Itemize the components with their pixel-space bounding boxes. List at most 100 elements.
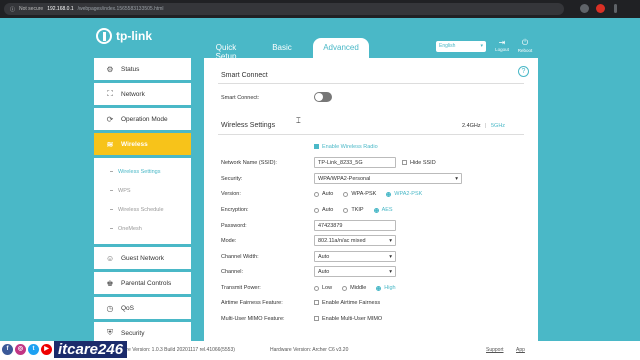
mu-mimo-checkbox[interactable]: Enable Multi-User MIMO bbox=[314, 316, 382, 322]
chevron-down-icon: ▾ bbox=[480, 43, 483, 49]
enable-wireless-radio-checkbox[interactable]: Enable Wireless Radio bbox=[314, 144, 378, 150]
smart-connect-label: Smart Connect: bbox=[221, 95, 260, 101]
app-link[interactable]: App bbox=[516, 347, 525, 353]
top-tabs: Quick Setup Basic Advanced bbox=[197, 38, 369, 61]
language-select[interactable]: English ▾ bbox=[436, 41, 486, 52]
version-label: Version: bbox=[221, 191, 241, 197]
wireless-settings-title: Wireless Settings bbox=[221, 122, 276, 129]
submenu-wireless-settings[interactable]: Wireless Settings bbox=[94, 162, 191, 181]
version-radio-group: Auto WPA-PSK WPA2-PSK bbox=[314, 191, 422, 197]
tab-quick-setup[interactable]: Quick Setup bbox=[197, 38, 255, 61]
reboot-icon: ⏻ bbox=[521, 38, 529, 47]
sidebar-item-guest-network[interactable]: ☺ Guest Network bbox=[94, 247, 191, 269]
support-link[interactable]: Support bbox=[486, 347, 504, 353]
logout-label: Logout bbox=[495, 47, 509, 52]
menu-icon[interactable] bbox=[614, 4, 617, 13]
help-icon[interactable]: ? bbox=[518, 66, 529, 77]
submenu-label: Wireless Settings bbox=[118, 168, 161, 175]
mode-label: Mode: bbox=[221, 238, 237, 244]
address-bar[interactable]: ⓘ Not secure 192.168.0.1/webpages/index.… bbox=[4, 3, 564, 15]
security-label: Security: bbox=[221, 176, 243, 182]
password-input[interactable]: 47423879 bbox=[314, 220, 396, 231]
band-5ghz-tab[interactable]: 5GHz bbox=[491, 123, 505, 129]
submenu-wireless-schedule[interactable]: Wireless Schedule bbox=[94, 200, 191, 219]
power-low-radio[interactable]: Low bbox=[314, 285, 332, 291]
version-auto-radio[interactable]: Auto bbox=[314, 191, 333, 197]
sidebar-item-parental-controls[interactable]: ♚ Parental Controls bbox=[94, 272, 191, 294]
transmit-power-radio-group: Low Middle High bbox=[314, 285, 396, 291]
divider bbox=[218, 134, 524, 135]
reboot-label: Reboot bbox=[517, 48, 533, 53]
sidebar-item-label: Network bbox=[121, 90, 145, 98]
extension-icon[interactable] bbox=[580, 4, 589, 13]
language-value: English bbox=[439, 43, 456, 49]
chevron-down-icon: ▾ bbox=[389, 254, 392, 260]
power-middle-radio[interactable]: Middle bbox=[342, 285, 366, 291]
channel-width-label: Channel Width: bbox=[221, 254, 259, 260]
tab-advanced[interactable]: Advanced bbox=[313, 38, 369, 58]
encryption-tkip-radio[interactable]: TKIP bbox=[343, 207, 364, 213]
sidebar-item-label: QoS bbox=[121, 304, 135, 312]
checkbox-label: Enable Airtime Fairness bbox=[322, 300, 381, 306]
sidebar-item-label: Guest Network bbox=[121, 254, 164, 262]
ssid-input[interactable]: TP-Link_8233_5G bbox=[314, 157, 396, 168]
radio-label: Middle bbox=[350, 285, 367, 291]
security-select[interactable]: WPA/WPA2-Personal ▾ bbox=[314, 173, 462, 184]
tab-basic[interactable]: Basic bbox=[255, 38, 309, 56]
url-host: 192.168.0.1 bbox=[47, 6, 74, 12]
divider bbox=[218, 83, 524, 84]
hardware-version: Hardware Version: Archer C6 v3.20 bbox=[270, 347, 349, 353]
sidebar-item-qos[interactable]: ◷ QoS bbox=[94, 297, 191, 319]
smart-connect-toggle[interactable] bbox=[314, 92, 332, 102]
watermark-text: itcare246 bbox=[54, 340, 128, 358]
people-icon: ♚ bbox=[106, 278, 114, 288]
checkbox-icon bbox=[314, 144, 319, 150]
channel-label: Channel: bbox=[221, 269, 244, 275]
network-icon: ⛶ bbox=[107, 89, 113, 98]
sidebar: ⚙ Status ⛶ Network ⟳ Operation Mode ≋ Wirele… bbox=[94, 58, 191, 347]
chevron-down-icon: ▾ bbox=[455, 176, 458, 182]
sidebar-item-label: Operation Mode bbox=[121, 115, 168, 123]
tplink-logo-icon bbox=[96, 28, 112, 44]
radio-label: High bbox=[384, 285, 396, 291]
sidebar-item-status[interactable]: ⚙ Status bbox=[94, 58, 191, 80]
hide-ssid-checkbox[interactable]: Hide SSID bbox=[402, 160, 436, 166]
cursor-icon: ⌶ bbox=[296, 116, 301, 125]
ssid-label: Network Name (SSID): bbox=[221, 160, 277, 166]
radio-label: TKIP bbox=[351, 207, 364, 213]
radio-label: Low bbox=[322, 285, 333, 291]
channel-select[interactable]: Auto ▾ bbox=[314, 266, 396, 277]
mode-select[interactable]: 802.11a/n/ac mixed ▾ bbox=[314, 235, 396, 246]
band-separator: | bbox=[485, 123, 487, 129]
sidebar-item-wireless[interactable]: ≋ Wireless bbox=[94, 133, 191, 155]
logout-button[interactable]: ⇥ Logout bbox=[492, 38, 512, 52]
sidebar-item-label: Status bbox=[121, 65, 140, 73]
airtime-fairness-checkbox[interactable]: Enable Airtime Fairness bbox=[314, 300, 380, 306]
qos-icon: ◷ bbox=[106, 303, 114, 313]
channel-width-select[interactable]: Auto ▾ bbox=[314, 251, 396, 262]
chevron-down-icon: ▾ bbox=[389, 238, 392, 244]
wireless-submenu: Wireless Settings WPS Wireless Schedule … bbox=[94, 158, 191, 244]
gear-icon: ⚙ bbox=[106, 64, 114, 74]
facebook-icon: f bbox=[2, 343, 13, 355]
airtime-label: Airtime Fairness Feature: bbox=[221, 300, 283, 306]
profile-avatar[interactable] bbox=[596, 4, 605, 13]
mode-icon: ⟳ bbox=[106, 114, 114, 124]
submenu-label: WPS bbox=[118, 187, 131, 194]
reboot-button[interactable]: ⏻ Reboot bbox=[515, 38, 535, 53]
submenu-label: OneMesh bbox=[118, 225, 142, 232]
submenu-wps[interactable]: WPS bbox=[94, 181, 191, 200]
encryption-auto-radio[interactable]: Auto bbox=[314, 207, 333, 213]
power-high-radio[interactable]: High bbox=[376, 285, 396, 291]
sidebar-item-network[interactable]: ⛶ Network bbox=[94, 83, 191, 105]
tplink-logo: tp-link bbox=[96, 28, 152, 44]
radio-label: Auto bbox=[322, 191, 334, 197]
encryption-aes-radio[interactable]: AES bbox=[373, 207, 393, 213]
sidebar-item-operation-mode[interactable]: ⟳ Operation Mode bbox=[94, 108, 191, 130]
youtube-icon: ▶ bbox=[41, 343, 52, 355]
logout-icon: ⇥ bbox=[498, 38, 506, 47]
band-2-4ghz-tab[interactable]: 2.4GHz bbox=[462, 123, 481, 129]
version-wpa-psk-radio[interactable]: WPA-PSK bbox=[343, 191, 376, 197]
submenu-onemesh[interactable]: OneMesh bbox=[94, 219, 191, 238]
version-wpa2-psk-radio[interactable]: WPA2-PSK bbox=[386, 191, 422, 197]
